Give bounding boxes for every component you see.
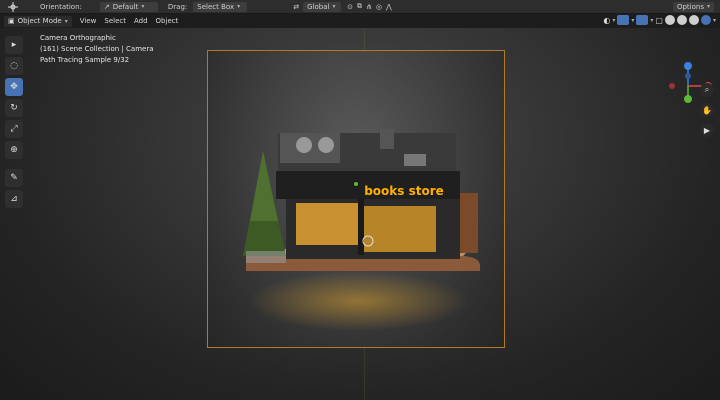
orientation-dropdown[interactable]: ↗ Default ▾ [99,1,158,12]
collection-info: (161) Scene Collection | Camera [40,45,154,53]
axes-icon: ↗ [103,2,110,11]
falloff-icon[interactable]: ⋀ [386,3,392,11]
neg-x-axis-icon[interactable] [669,83,675,89]
hand-icon[interactable]: ✋ [700,103,714,117]
transform-icon[interactable] [8,1,18,12]
chevron-down-icon[interactable]: ▾ [631,17,634,24]
tool-shelf: ▸ ◌ ✥ ↻ ⤢ ⊕ ✎ ⊿ [4,36,24,208]
rendered-shading-icon[interactable] [700,15,711,25]
chevron-down-icon: ▾ [332,2,336,10]
side-stairs [460,193,478,253]
scale-tool[interactable]: ⤢ [5,120,23,138]
chevron-down-icon: ▾ [64,17,68,25]
select-tool[interactable]: ▸ [5,36,23,54]
transform-icon: ⊕ [10,145,18,155]
view-name: Camera Orthographic [40,34,116,42]
menu-add[interactable]: Add [134,17,148,25]
chevron-down-icon: ▾ [237,2,241,10]
transform-tool[interactable]: ⊕ [5,141,23,159]
roof-box [404,154,426,166]
move-tool[interactable]: ✥ [5,78,23,96]
annotate-tool[interactable]: ✎ [5,169,23,187]
chevron-down-icon[interactable]: ▾ [650,17,653,24]
transform-orientation-dropdown[interactable]: Global ▾ [303,1,342,12]
neg-z-axis-icon[interactable] [685,73,691,79]
drag-label: Drag: [167,2,188,11]
roof-fan [296,137,312,153]
rotate-icon: ↻ [10,103,18,113]
drag-value: Select Box [197,2,235,11]
y-axis-icon[interactable] [684,95,692,103]
mode-dropdown[interactable]: ▣ Object Mode ▾ [4,15,72,27]
cursor-tool[interactable]: ◌ [5,57,23,75]
measure-tool[interactable]: ⊿ [5,190,23,208]
object-origin [354,182,358,186]
mode-label: Object Mode [17,17,62,25]
move-icon: ✥ [10,82,18,92]
zoom-icon[interactable]: ⌕ [700,83,714,97]
pine-tree-top [250,151,278,221]
rendered-scene: books store [243,129,480,331]
menu-object[interactable]: Object [156,17,179,25]
orientation-label: Orientation: [40,2,82,11]
chevron-down-icon: ▾ [706,2,710,10]
options-dropdown[interactable]: Options ▾ [672,1,714,12]
view-navigation: ⌕ ✋ ▶ [700,83,714,137]
roof-fan [318,137,334,153]
camera-frame: books store [207,50,505,348]
menu-select[interactable]: Select [104,17,126,25]
z-axis-icon[interactable] [684,62,692,70]
transform-orientation-value: Global [307,2,330,11]
gizmo-toggle-icon[interactable] [617,15,630,25]
visibility-icon[interactable]: ◐ [603,16,610,25]
pillar [358,199,364,255]
proportional-edit-icon[interactable]: ◎ [376,3,382,11]
orientation-value: Default [112,2,139,11]
pivot-icon[interactable]: ⊙ [347,3,353,11]
measure-icon: ⊿ [10,194,18,204]
store-sign: books store [364,184,444,198]
drag-dropdown[interactable]: Select Box ▾ [193,1,248,12]
chevron-down-icon: ▾ [141,2,145,10]
fence [246,251,286,263]
snap-target-icon[interactable]: ⋔ [366,3,372,11]
menu-view[interactable]: View [80,17,97,25]
cursor-icon: ▸ [11,40,17,50]
material-shading-icon[interactable] [688,15,699,25]
right-window [364,206,436,252]
options-label: Options [676,2,704,11]
shading-bar: ◐ ▾ ▾ ▾ ▢ ▾ [603,15,716,25]
object-mode-icon: ▣ [8,17,15,25]
ground-glow [248,271,468,331]
orientation-global-icon[interactable]: ⇄ [293,3,299,11]
snap-icon[interactable]: ⧉ [357,2,362,11]
render-sample-info: Path Tracing Sample 9/32 [40,56,130,64]
scale-icon: ⤢ [10,124,18,134]
annotate-icon: ✎ [10,173,18,183]
tool-settings-bar: Orientation: ↗ Default ▾ Drag: Select Bo… [0,0,720,14]
rotate-tool[interactable]: ↻ [5,99,23,117]
overlay-toggle-icon[interactable] [636,15,649,25]
solid-shading-icon[interactable] [676,15,687,25]
chevron-down-icon[interactable]: ▾ [612,17,615,24]
camera-icon[interactable]: ▶ [700,123,714,137]
circle-select-icon: ◌ [10,61,18,71]
roof-vent [380,129,394,149]
chevron-down-icon[interactable]: ▾ [713,17,716,24]
left-window [296,203,358,245]
3d-viewport[interactable]: Camera Orthographic (161) Scene Collecti… [0,28,720,400]
xray-icon[interactable]: ▢ [655,16,663,25]
wireframe-shading-icon[interactable] [664,15,675,25]
